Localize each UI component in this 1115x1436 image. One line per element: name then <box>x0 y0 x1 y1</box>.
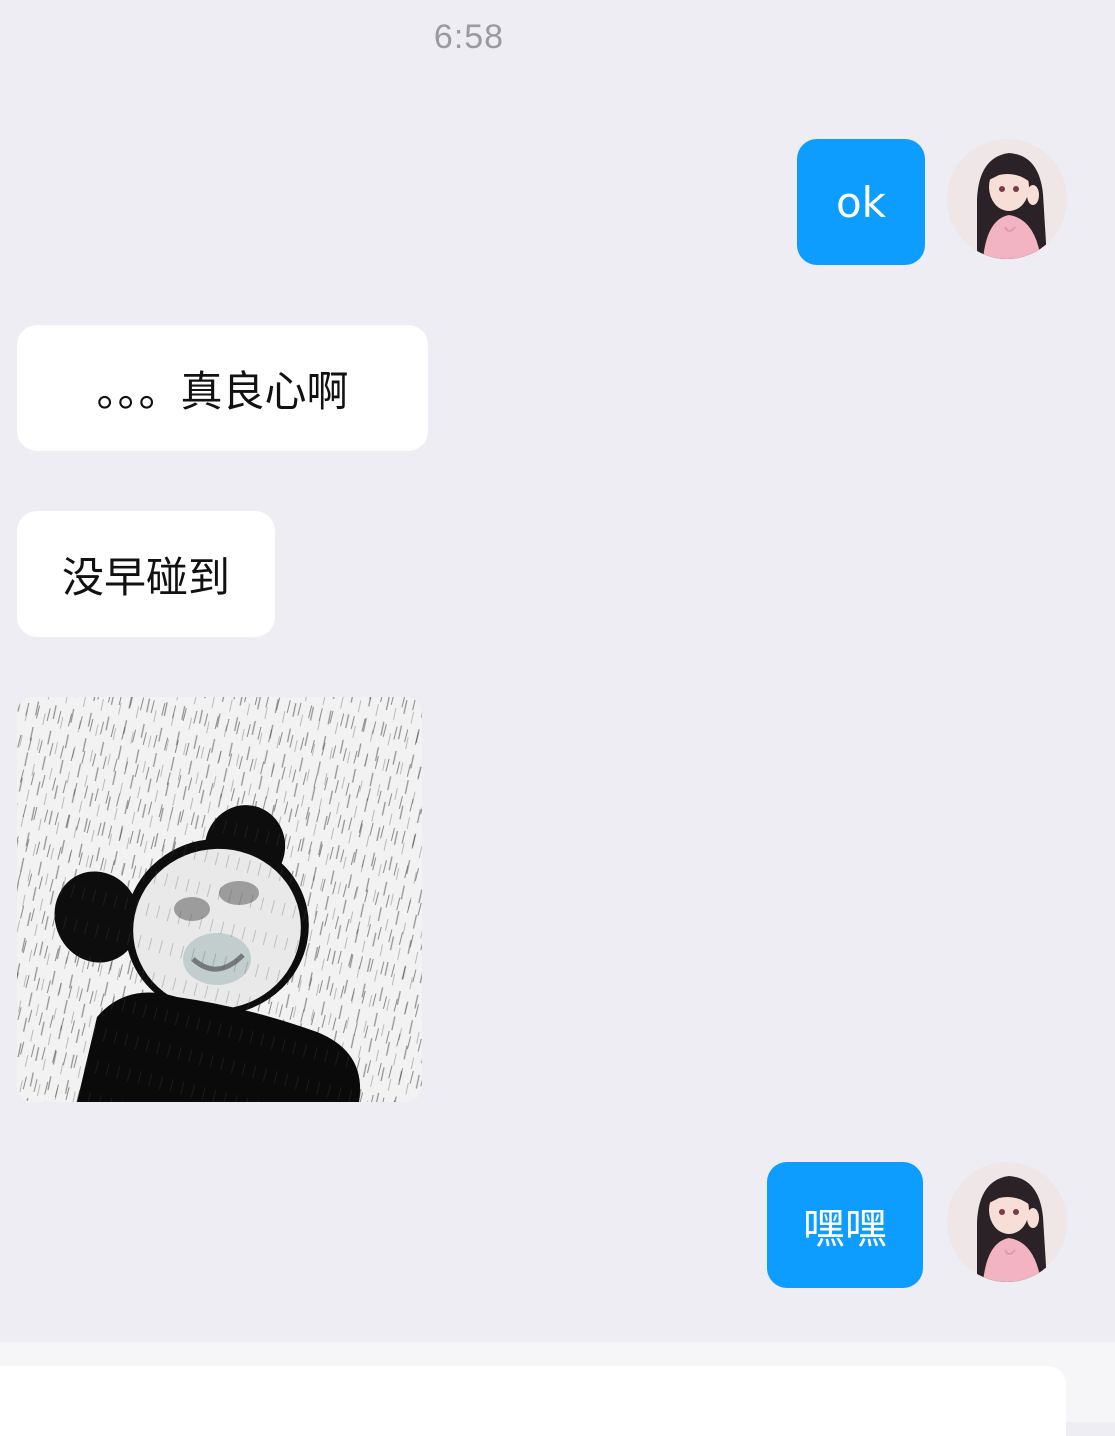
message-text: ok <box>835 177 887 227</box>
avatar-girl-icon <box>947 1162 1067 1282</box>
panda-sticker-message[interactable] <box>17 697 422 1102</box>
message-input[interactable] <box>0 1366 1066 1436</box>
avatar-girl-icon <box>947 139 1067 259</box>
timestamp: 6:58 <box>433 18 505 56</box>
outgoing-message-bubble[interactable]: ok <box>797 139 925 265</box>
message-text: 。。。真良心啊 <box>96 366 349 416</box>
message-text: 嘿嘿 <box>802 1203 887 1253</box>
message-text: 没早碰到 <box>61 552 230 602</box>
panda-in-rain-sticker-icon <box>17 697 422 1102</box>
incoming-message-bubble[interactable]: 。。。真良心啊 <box>17 325 428 451</box>
incoming-message-bubble[interactable]: 没早碰到 <box>17 511 275 637</box>
avatar[interactable] <box>947 139 1067 259</box>
outgoing-message-bubble[interactable]: 嘿嘿 <box>767 1162 923 1288</box>
avatar[interactable] <box>947 1162 1067 1282</box>
